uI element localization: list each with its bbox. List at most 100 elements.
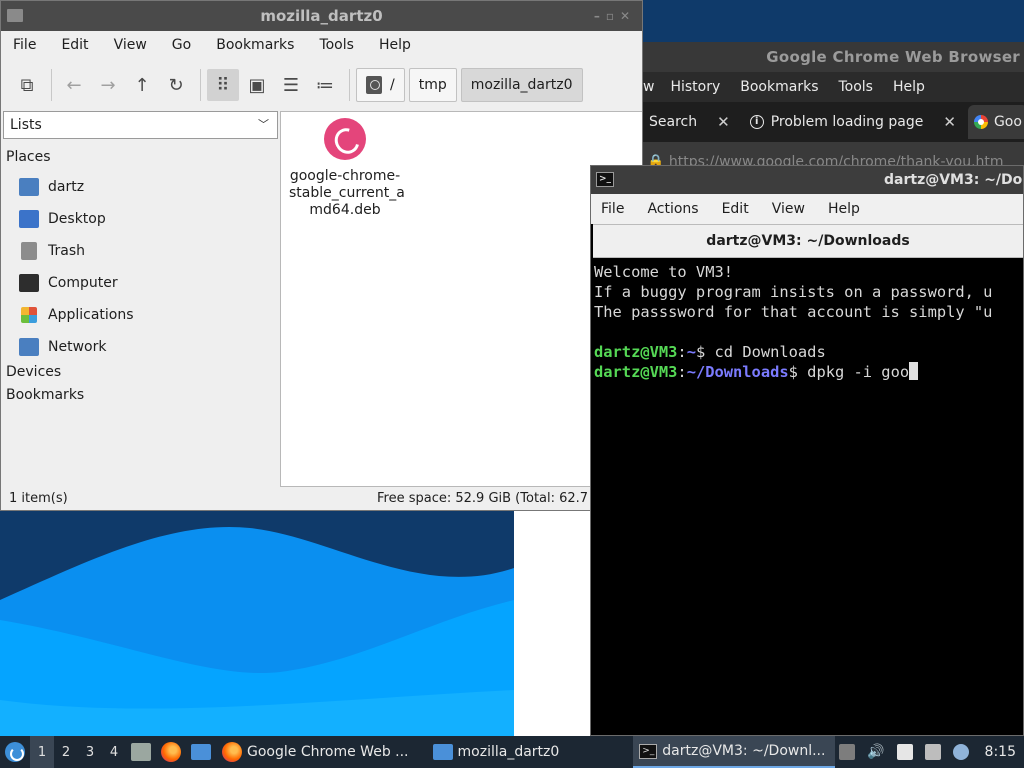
menu-file[interactable]: File bbox=[13, 37, 36, 53]
file-list-view[interactable]: google-chrome- stable_current_a md64.deb bbox=[280, 111, 642, 487]
chrome-tab-search[interactable]: Search ✕ bbox=[643, 105, 736, 139]
notification-icon[interactable] bbox=[952, 744, 969, 760]
task-label: Google Chrome Web ... bbox=[247, 744, 409, 760]
clock[interactable]: 8:15 bbox=[985, 744, 1016, 760]
terminal-output[interactable]: Welcome to VM3! If a buggy program insist… bbox=[591, 258, 1023, 382]
window-title: mozilla_dartz0 bbox=[260, 7, 383, 25]
terminal-title-bar[interactable]: >_ dartz@VM3: ~/Do bbox=[591, 166, 1023, 194]
menu-actions[interactable]: Actions bbox=[647, 201, 698, 217]
sidebar-item-computer[interactable]: Computer bbox=[19, 271, 118, 295]
file-manager-menu-bar: File Edit View Go Bookmarks Tools Help bbox=[1, 31, 642, 59]
toolbar-divider bbox=[51, 69, 52, 101]
file-manager-launcher[interactable] bbox=[126, 736, 156, 768]
chrome-tab-google[interactable]: Goo bbox=[967, 105, 1024, 139]
chrome-tab-problem[interactable]: i Problem loading page ✕ bbox=[744, 105, 962, 139]
sidebar-item-trash[interactable]: Trash bbox=[19, 239, 85, 263]
close-icon[interactable]: ✕ bbox=[717, 113, 730, 131]
menu-view[interactable]: View bbox=[772, 201, 805, 217]
chrome-title-bar[interactable]: Google Chrome Web Browser bbox=[643, 42, 1024, 72]
path-label: tmp bbox=[418, 77, 447, 93]
status-bar: 1 item(s) Free space: 52.9 GiB (Total: 6… bbox=[1, 486, 642, 510]
chrome-window[interactable]: Google Chrome Web Browser w History Book… bbox=[643, 42, 1024, 182]
terminal-window[interactable]: >_ dartz@VM3: ~/Do File Actions Edit Vie… bbox=[590, 165, 1024, 736]
side-pane-mode-select[interactable]: Lists ﹀ bbox=[3, 111, 278, 139]
chrome-menu-tools[interactable]: Tools bbox=[838, 79, 873, 95]
volume-icon[interactable]: 🔊 bbox=[867, 744, 884, 760]
window-controls[interactable]: –▫✕ bbox=[594, 1, 636, 31]
compact-view-icon[interactable]: ☰ bbox=[275, 69, 307, 101]
firefox-launcher[interactable] bbox=[156, 736, 186, 768]
google-icon bbox=[973, 115, 988, 129]
devices-header[interactable]: Devices bbox=[6, 364, 61, 380]
up-arrow-icon[interactable]: ↑ bbox=[126, 69, 158, 101]
menu-file[interactable]: File bbox=[601, 201, 624, 217]
path-button-tmp[interactable]: tmp bbox=[408, 68, 457, 102]
workspace-2[interactable]: 2 bbox=[54, 736, 78, 768]
start-menu-button[interactable] bbox=[0, 736, 30, 768]
terminal-tab-label: dartz@VM3: ~/Downloads bbox=[706, 233, 910, 249]
sidebar-item-label: Trash bbox=[48, 243, 85, 259]
reload-icon[interactable]: ↻ bbox=[160, 69, 192, 101]
file-manager-title-bar[interactable]: mozilla_dartz0 –▫✕ bbox=[1, 1, 642, 31]
update-icon[interactable] bbox=[839, 744, 856, 760]
task-terminal[interactable]: >_ dartz@VM3: ~/Downl... bbox=[633, 736, 836, 768]
file-item[interactable]: google-chrome- stable_current_a md64.deb bbox=[289, 118, 405, 219]
file-name-line: google-chrome- bbox=[289, 168, 401, 184]
text-cursor bbox=[909, 362, 919, 380]
sidebar-item-label: Desktop bbox=[48, 211, 106, 227]
terminal-tab[interactable]: dartz@VM3: ~/Downloads bbox=[593, 224, 1023, 258]
task-file-manager[interactable]: mozilla_dartz0 bbox=[427, 736, 570, 768]
path-button-root[interactable]: / bbox=[356, 68, 405, 102]
sidebar-item-label: Applications bbox=[48, 307, 134, 323]
workspace-1[interactable]: 1 bbox=[30, 736, 54, 768]
chrome-menu-help[interactable]: Help bbox=[893, 79, 925, 95]
places-header[interactable]: Places bbox=[6, 149, 51, 165]
show-desktop-button[interactable] bbox=[186, 736, 216, 768]
back-arrow-icon[interactable]: ← bbox=[58, 69, 90, 101]
file-manager-window[interactable]: mozilla_dartz0 –▫✕ File Edit View Go Boo… bbox=[0, 0, 643, 511]
network-icon[interactable] bbox=[924, 744, 941, 760]
prompt-user: dartz@VM3 bbox=[594, 343, 678, 361]
bookmarks-header[interactable]: Bookmarks bbox=[6, 387, 84, 403]
path-button-current[interactable]: mozilla_dartz0 bbox=[460, 68, 583, 102]
sidebar-item-applications[interactable]: Applications bbox=[19, 303, 134, 327]
menu-help[interactable]: Help bbox=[379, 37, 411, 53]
menu-go[interactable]: Go bbox=[172, 37, 191, 53]
close-icon[interactable]: ✕ bbox=[943, 113, 956, 131]
menu-edit[interactable]: Edit bbox=[61, 37, 88, 53]
forward-arrow-icon[interactable]: → bbox=[92, 69, 124, 101]
applications-icon bbox=[21, 307, 37, 323]
workspace-4[interactable]: 4 bbox=[102, 736, 126, 768]
terminal-icon: >_ bbox=[596, 172, 614, 187]
detailed-list-view-icon[interactable]: ≔ bbox=[309, 69, 341, 101]
menu-tools[interactable]: Tools bbox=[319, 37, 354, 53]
sidebar-item-desktop[interactable]: Desktop bbox=[19, 207, 106, 231]
chrome-menu-bookmarks[interactable]: Bookmarks bbox=[740, 79, 818, 95]
sidebar-item-dartz[interactable]: dartz bbox=[19, 175, 84, 199]
prompt-command: cd Downloads bbox=[705, 343, 826, 361]
taskbar: 1 2 3 4 Google Chrome Web ... mozilla_da… bbox=[0, 736, 1024, 768]
chrome-menu-view[interactable]: w bbox=[643, 79, 654, 95]
menu-edit[interactable]: Edit bbox=[722, 201, 749, 217]
task-label: mozilla_dartz0 bbox=[457, 744, 560, 760]
clipboard-icon[interactable] bbox=[896, 744, 913, 760]
chevron-down-icon: ﹀ bbox=[258, 118, 269, 131]
menu-bookmarks[interactable]: Bookmarks bbox=[216, 37, 294, 53]
workspace-3[interactable]: 3 bbox=[78, 736, 102, 768]
icon-view-icon[interactable]: ⠿ bbox=[207, 69, 239, 101]
terminal-prompt-line: dartz@VM3:~/Downloads$ dpkg -i goo bbox=[594, 362, 1023, 382]
menu-view[interactable]: View bbox=[114, 37, 147, 53]
debian-package-icon bbox=[324, 118, 366, 160]
sidebar-item-network[interactable]: Network bbox=[19, 335, 106, 359]
new-tab-icon[interactable]: ⧉ bbox=[11, 69, 43, 101]
terminal-line: Welcome to VM3! bbox=[594, 263, 733, 281]
window-title: dartz@VM3: ~/Do bbox=[884, 172, 1023, 188]
info-icon: i bbox=[749, 115, 764, 129]
chrome-menu-history[interactable]: History bbox=[670, 79, 720, 95]
chrome-menu-bar: w History Bookmarks Tools Help bbox=[643, 72, 1024, 102]
file-name-line: md64.deb bbox=[309, 202, 381, 218]
menu-help[interactable]: Help bbox=[828, 201, 860, 217]
task-chrome[interactable]: Google Chrome Web ... bbox=[216, 736, 419, 768]
terminal-line: The passsword for that account is simply… bbox=[594, 303, 993, 321]
thumbnail-view-icon[interactable]: ▣ bbox=[241, 69, 273, 101]
